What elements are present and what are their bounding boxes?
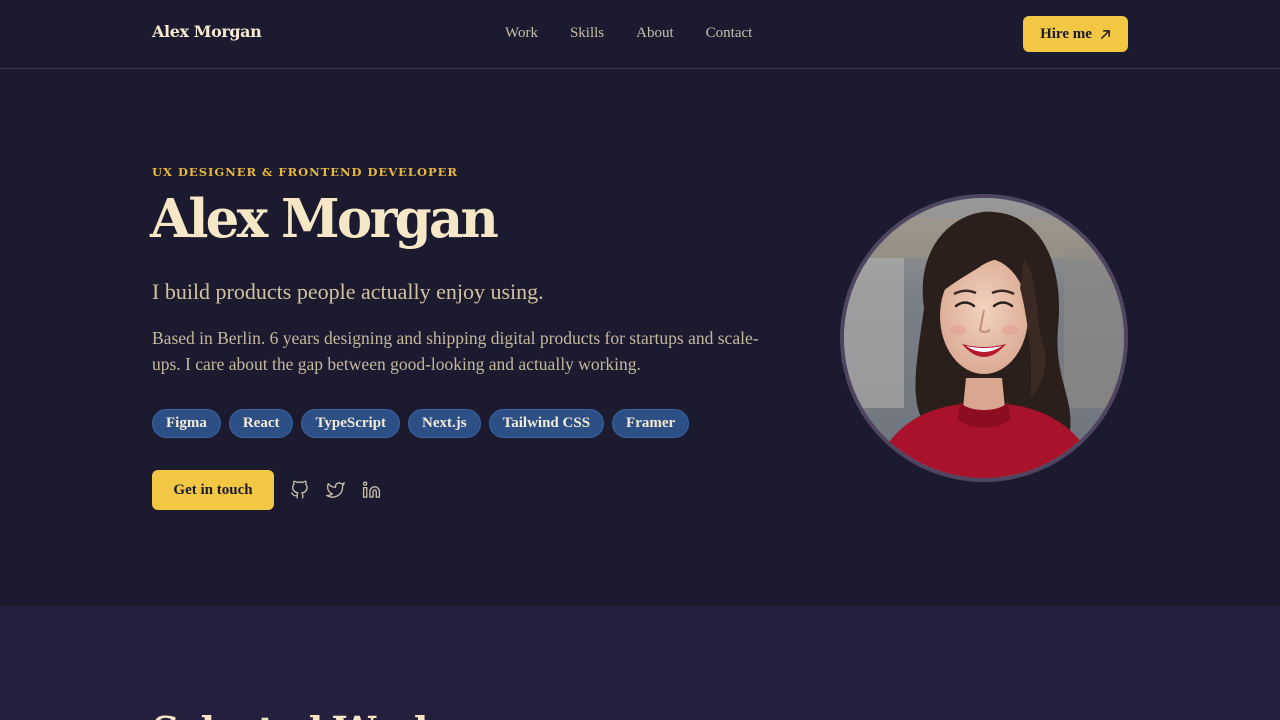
skill-tag-typescript: TypeScript [301, 409, 401, 438]
get-in-touch-button[interactable]: Get in touch [152, 470, 274, 510]
profile-photo [840, 194, 1128, 482]
skill-tag-framer: Framer [612, 409, 690, 438]
main-nav: Work Skills About Contact [505, 25, 752, 42]
nav-link-work[interactable]: Work [505, 25, 538, 42]
nav-link-about[interactable]: About [636, 25, 674, 42]
hero-title: Alex Morgan [150, 188, 499, 250]
social-links [290, 480, 381, 500]
skill-tag-tailwind: Tailwind CSS [488, 409, 605, 438]
hero-eyebrow: UX DESIGNER & FRONTEND DEVELOPER [152, 165, 458, 179]
skill-tag-nextjs: Next.js [408, 409, 481, 438]
skill-tag-figma: Figma [152, 409, 221, 438]
github-link[interactable] [290, 480, 309, 500]
nav-link-skills[interactable]: Skills [570, 25, 604, 42]
hire-me-button[interactable]: Hire me [1023, 16, 1128, 52]
site-logo[interactable]: Alex Morgan [152, 22, 262, 41]
site-header: Alex Morgan Work Skills About Contact Hi… [0, 0, 1280, 69]
hero-bio: Based in Berlin. 6 years designing and s… [152, 328, 759, 374]
nav-link-contact[interactable]: Contact [706, 25, 753, 42]
skill-tag-react: React [228, 409, 294, 438]
selected-work-title: Selected Work [152, 708, 440, 720]
hire-me-label: Hire me [1040, 25, 1092, 42]
skill-tags: Figma React TypeScript Next.js Tailwind … [152, 409, 690, 438]
linkedin-link[interactable] [362, 480, 381, 500]
selected-work-section: Selected Work [0, 606, 1280, 720]
twitter-link[interactable] [326, 480, 345, 500]
github-icon [290, 480, 308, 499]
linkedin-icon [362, 481, 381, 498]
hero-tagline: I build products people actually enjoy u… [152, 279, 544, 304]
arrow-up-right-icon [1100, 29, 1110, 39]
twitter-icon [326, 482, 345, 498]
portrait-image [844, 198, 1124, 478]
